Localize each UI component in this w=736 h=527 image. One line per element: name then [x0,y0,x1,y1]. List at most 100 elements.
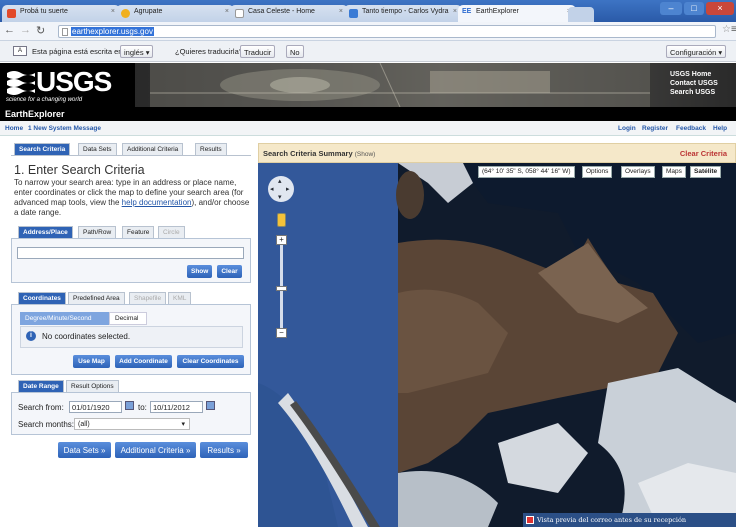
clear-button[interactable]: Clear [217,265,242,278]
translate-message: Esta página está escrita en [32,47,123,56]
add-coordinate-button[interactable]: Add Coordinate [115,355,172,368]
login-link[interactable]: Login [618,125,636,132]
results-button[interactable]: Results » [200,442,248,458]
use-map-button[interactable]: Use Map [73,355,110,368]
tab-favicon-icon [349,9,358,18]
notification-popup[interactable]: Vista previa del correo antes de su rece… [523,513,736,527]
calendar-icon[interactable] [206,401,215,410]
tab-feature[interactable]: Feature [122,226,155,238]
data-sets-button[interactable]: Data Sets » [58,442,111,458]
translate-bar: A Esta página está escrita en inglés ▾ ¿… [0,41,736,62]
new-tab-button[interactable] [568,7,594,22]
show-button[interactable]: Show [187,265,212,278]
tab-degree-minute-second[interactable]: Degree/Minute/Second [20,312,109,325]
tab-decimal[interactable]: Decimal [109,312,147,325]
pan-control[interactable]: ▴ ▾ ◂ ▸ [268,176,294,202]
system-message-link[interactable]: 1 New System Message [28,125,101,132]
browser-toolbar: ← → ↻ earthexplorer.usgs.gov ☆ ≡ [0,22,736,41]
tab-favicon-icon: EE [462,8,472,15]
close-tab-icon[interactable]: × [339,8,343,15]
search-from-label: Search from: [18,403,64,412]
help-link[interactable]: Help [713,125,727,132]
forward-arrow-icon[interactable]: → [20,24,31,36]
pan-left-icon[interactable]: ◂ [270,185,274,193]
browser-tab[interactable]: Agrupate × [116,5,234,22]
tab-result-options[interactable]: Result Options [66,380,119,392]
maps-button[interactable]: Maps [662,166,686,178]
contact-usgs-link[interactable]: Contact USGS [670,79,734,88]
register-link[interactable]: Register [642,125,668,132]
help-documentation-link[interactable]: help documentation [122,198,192,207]
search-to-input[interactable]: 10/11/2012 [150,401,203,413]
tab-predefined-area[interactable]: Predefined Area [68,292,125,304]
overlays-button[interactable]: Overlays [621,166,655,178]
app-title: EarthExplorer [5,109,65,119]
bookmark-star-icon[interactable]: ☆ [722,24,731,35]
tab-path-row[interactable]: Path/Row [78,226,117,238]
browser-tab-strip: Probá tu suerte × Agrupate × Casa Celest… [0,0,736,23]
browser-tab-active[interactable]: EE EarthExplorer × [458,5,576,23]
config-dropdown[interactable]: Configuración ▾ [666,45,727,58]
browser-tab[interactable]: Probá tu suerte × [2,5,120,22]
tab-kml[interactable]: KML [168,292,192,304]
tab-date-range[interactable]: Date Range [18,380,64,392]
close-tab-icon[interactable]: × [453,8,457,15]
close-window-button[interactable]: × [706,2,734,15]
minimize-button[interactable]: – [660,2,682,15]
zoom-out-button[interactable]: − [276,328,287,338]
no-button[interactable]: No [286,45,304,58]
feedback-link[interactable]: Feedback [676,125,706,132]
back-arrow-icon[interactable]: ← [4,24,15,36]
search-months-select[interactable]: (all) ▾ [74,418,190,430]
close-tab-icon[interactable]: × [111,8,115,15]
pan-right-icon[interactable]: ▸ [286,185,290,193]
street-view-pegman-icon[interactable] [277,213,286,227]
zoom-slider-handle[interactable] [276,286,287,291]
usgs-home-link[interactable]: USGS Home [670,70,734,79]
summary-show-link[interactable]: (Show) [355,151,376,158]
translate-button[interactable]: Traducir [240,45,276,58]
home-link[interactable]: Home [5,125,23,132]
tab-search-criteria[interactable]: Search Criteria [14,143,71,155]
usgs-links: USGS Home Contact USGS Search USGS [670,70,734,97]
close-tab-icon[interactable]: × [225,8,229,15]
reload-icon[interactable]: ↻ [36,24,45,37]
page-icon [62,28,68,36]
options-button[interactable]: Options [582,166,613,178]
browser-tab[interactable]: Tanto tiempo - Carlos Vydra × [344,5,462,22]
additional-criteria-button[interactable]: Additional Criteria » [115,442,196,458]
address-bar-url[interactable]: earthexplorer.usgs.gov [71,27,154,36]
satellite-button[interactable]: Satélite [690,166,722,178]
browser-tab[interactable]: Casa Celeste - Home × [230,5,348,22]
calendar-icon[interactable] [125,401,134,410]
tab-favicon-icon [235,9,244,18]
summary-title: Search Criteria Summary [263,149,353,158]
map-area[interactable]: ▴ ▾ ◂ ▸ + − (64° 10' 35" S, 058° 44' 16"… [258,143,736,527]
coordinates-box: Degree/Minute/Second Decimal i No coordi… [11,304,251,375]
clear-coordinates-button[interactable]: Clear Coordinates [177,355,244,368]
tab-shapefile[interactable]: Shapefile [129,292,167,304]
pan-down-icon[interactable]: ▾ [278,193,282,201]
address-bar[interactable]: earthexplorer.usgs.gov [58,25,716,38]
zoom-slider-track[interactable] [280,235,283,335]
tab-coordinates[interactable]: Coordinates [18,292,66,304]
tab-data-sets[interactable]: Data Sets [78,143,117,155]
satellite-imagery[interactable] [258,143,736,527]
maximize-button[interactable]: □ [684,2,704,15]
zoom-in-button[interactable]: + [276,235,287,245]
tab-results[interactable]: Results [195,143,227,155]
pan-up-icon[interactable]: ▴ [278,177,282,185]
address-input[interactable] [17,247,244,259]
tab-circle[interactable]: Circle [158,226,185,238]
usgs-logo-area[interactable]: USGS science for a changing world [0,63,135,107]
tab-divider [11,155,251,156]
tab-additional-criteria[interactable]: Additional Criteria [122,143,184,155]
search-usgs-link[interactable]: Search USGS [670,88,734,97]
usgs-logo-text: USGS [36,66,112,97]
usgs-header: USGS science for a changing world USGS H… [0,63,736,107]
clear-criteria-link[interactable]: Clear Criteria [680,149,727,158]
search-from-input[interactable]: 01/01/1920 [69,401,122,413]
menu-icon[interactable]: ≡ [731,24,736,35]
language-dropdown[interactable]: inglés ▾ [120,45,154,58]
tab-address-place[interactable]: Address/Place [18,226,73,238]
